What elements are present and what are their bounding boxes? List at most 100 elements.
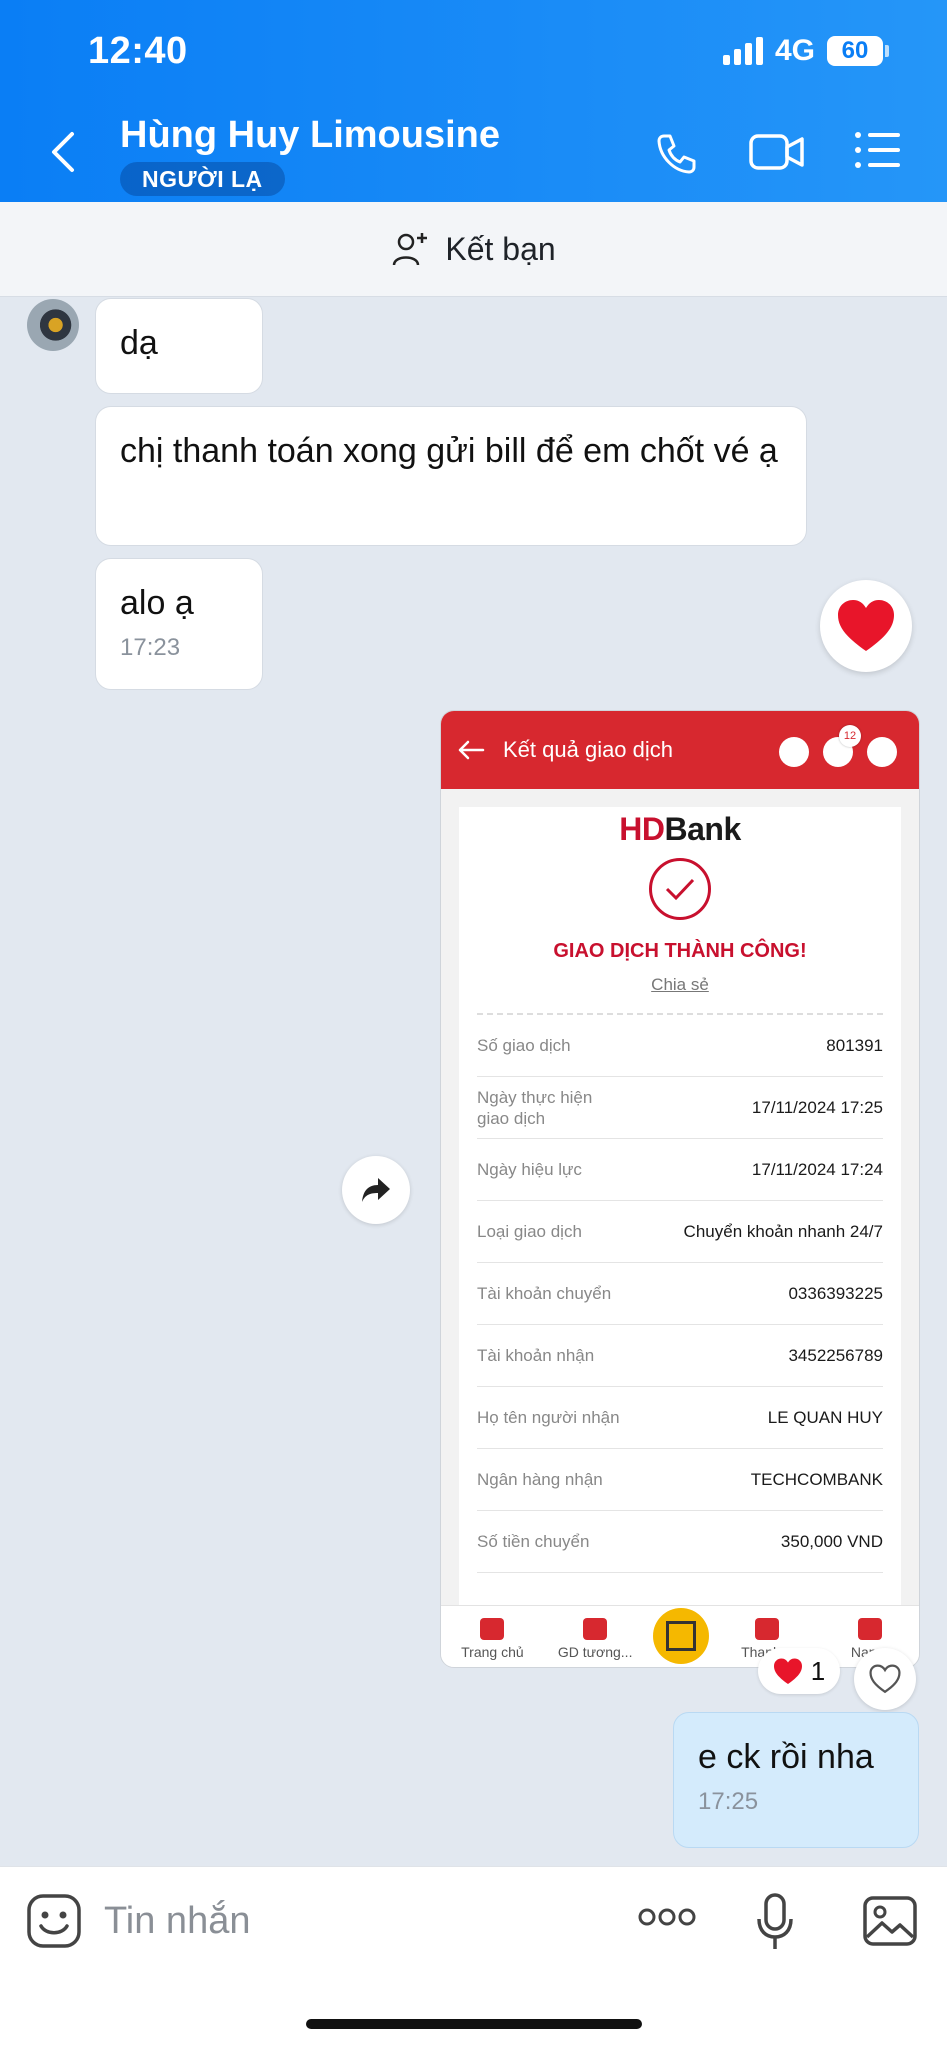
avatar[interactable]	[27, 299, 79, 351]
receipt-row-label: Tài khoản nhận	[477, 1346, 595, 1365]
receipt-row-value: 17/11/2024 17:24	[751, 1160, 883, 1179]
receipt-row: Họ tên người nhận LE QUAN HUY	[477, 1387, 883, 1449]
battery-level: 60	[827, 36, 883, 66]
receipt-row-label: Loại giao dịch	[477, 1222, 582, 1241]
receipt-row-value: 3452256789	[788, 1346, 883, 1365]
network-type: 4G	[774, 34, 815, 67]
message-time: 17:23	[120, 634, 181, 661]
receipt-row: Ngày hiệu lực 17/11/2024 17:24	[477, 1139, 883, 1201]
back-button[interactable]	[44, 128, 84, 176]
status-indicators: 4G 60	[722, 34, 889, 68]
react-button[interactable]	[854, 1648, 916, 1710]
stranger-badge: NGƯỜI LẠ	[120, 162, 285, 196]
message-text: alo ạ	[120, 584, 194, 622]
contact-name[interactable]: Hùng Huy Limousine	[120, 114, 500, 157]
phone-icon	[657, 134, 696, 174]
receipt-row: Tài khoản chuyển 0336393225	[477, 1263, 883, 1325]
receipt-title: Kết quả giao dịch	[503, 737, 674, 762]
share-link: Chia sẻ	[651, 975, 709, 994]
add-friend-label: Kết bạn	[445, 230, 556, 267]
receipt-row-value: 17/11/2024 17:25	[751, 1098, 883, 1117]
home-icon	[480, 1618, 505, 1640]
message-input-bar	[0, 1866, 947, 2048]
receipt-row: Loại giao dịch Chuyển khoản nhanh 24/7	[477, 1201, 883, 1263]
notification-count: 12	[839, 725, 861, 747]
nav-transactions: GD tương...	[550, 1618, 640, 1660]
receipt-row-value: 350,000 VND	[780, 1532, 883, 1551]
signal-icon	[722, 37, 763, 65]
message-text: e ck rồi nha	[698, 1738, 874, 1776]
receipt-header: Kết quả giao dịch 12	[441, 711, 919, 789]
bill-icon	[754, 1618, 779, 1640]
receipt-row-value: 0336393225	[788, 1284, 883, 1303]
message-time: 17:25	[698, 1788, 759, 1815]
video-camera-icon	[749, 134, 804, 170]
bell-icon: 12	[823, 725, 861, 767]
sticker-icon	[27, 1894, 81, 1948]
arrow-left-icon	[458, 740, 485, 760]
receipt-row-label: Ngày hiệu lực	[477, 1160, 582, 1179]
chat-header: 12:40 4G 60 Hùng Huy Limousine NGƯỜI LẠ	[0, 0, 947, 202]
forward-button[interactable]	[342, 1156, 410, 1224]
more-options-button[interactable]	[638, 1907, 696, 1932]
video-call-button[interactable]	[748, 130, 806, 179]
receipt-row: Ngày thực hiện giao dịch 17/11/2024 17:25	[477, 1077, 883, 1139]
message-text: chị thanh toán xong gửi bill để em chốt …	[120, 432, 778, 470]
photo-button[interactable]	[862, 1895, 918, 1952]
more-dots-icon	[638, 1908, 696, 1926]
receipt-row-label: Ngân hàng nhận	[477, 1470, 603, 1489]
receipt-details: Số giao dịch 801391 Ngày thực hiện giao dị…	[477, 1015, 883, 1573]
wallet-icon	[583, 1618, 608, 1640]
receipt-row-label: Ngày thực hiện giao dịch	[477, 1087, 593, 1128]
receipt-row: Số tiền chuyển 350,000 VND	[477, 1511, 883, 1573]
phone-topup-icon	[857, 1618, 882, 1640]
receipt-bottom-nav: Trang chủ GD tương... Thanh... Nạp...	[441, 1605, 919, 1667]
quick-heart-reaction[interactable]	[820, 580, 912, 672]
receipt-row-value: Chuyển khoản nhanh 24/7	[683, 1222, 883, 1241]
image-icon	[863, 1896, 917, 1946]
heart-icon	[773, 1658, 802, 1684]
reaction-summary[interactable]: 1	[758, 1648, 840, 1694]
receipt-row-label: Số tiền chuyển	[477, 1532, 590, 1551]
heart-icon	[838, 600, 894, 651]
success-check-icon	[649, 858, 711, 920]
message-bubble-received[interactable]: chị thanh toán xong gửi bill để em chốt …	[95, 406, 807, 546]
message-bubble-sent[interactable]: e ck rồi nha 17:25	[673, 1712, 919, 1848]
receipt-row: Tài khoản nhận 3452256789	[477, 1325, 883, 1387]
reaction-count: 1	[810, 1655, 826, 1686]
add-friend-bar[interactable]: Kết bạn	[0, 202, 947, 297]
call-button[interactable]	[652, 130, 700, 183]
heart-outline-icon	[869, 1664, 901, 1694]
receipt-image[interactable]: Kết quả giao dịch 12 HDBank GIAO DỊCH TH…	[440, 710, 920, 1668]
receipt-row-label: Số giao dịch	[477, 1036, 571, 1055]
receipt-card: HDBank GIAO DỊCH THÀNH CÔNG! Chia sẻ Số …	[459, 807, 901, 1627]
message-input[interactable]	[104, 1889, 584, 1953]
hdbank-logo: HDBank	[619, 811, 741, 847]
emoji-button[interactable]	[26, 1893, 82, 1954]
message-bubble-received[interactable]: dạ	[95, 298, 263, 394]
receipt-row: Số giao dịch 801391	[477, 1015, 883, 1077]
message-bubble-received[interactable]: alo ạ 17:23	[95, 558, 263, 690]
nav-home: Trang chủ	[447, 1618, 537, 1660]
qr-icon	[779, 737, 809, 767]
status-time: 12:40	[88, 30, 188, 72]
message-text: dạ	[120, 324, 158, 362]
transaction-status: GIAO DỊCH THÀNH CÔNG!	[553, 940, 807, 962]
receipt-row-label: Họ tên người nhận	[477, 1408, 620, 1427]
receipt-row-label: Tài khoản chuyển	[477, 1284, 612, 1303]
receipt-row-value: LE QUAN HUY	[767, 1408, 883, 1427]
chevron-left-icon	[52, 132, 74, 172]
chat-bot-icon	[867, 737, 897, 767]
menu-button[interactable]	[854, 130, 902, 175]
microphone-icon	[757, 1893, 793, 1949]
add-user-icon	[393, 233, 428, 266]
receipt-row-value: TECHCOMBANK	[750, 1470, 883, 1489]
receipt-row: Ngân hàng nhận TECHCOMBANK	[477, 1449, 883, 1511]
share-arrow-icon	[362, 1178, 390, 1202]
qr-scan-icon	[652, 1608, 709, 1664]
home-indicator	[306, 2019, 642, 2029]
receipt-row-value: 801391	[826, 1036, 883, 1055]
battery-icon: 60	[827, 36, 889, 66]
voice-button[interactable]	[756, 1893, 794, 1956]
list-menu-icon	[855, 132, 900, 168]
